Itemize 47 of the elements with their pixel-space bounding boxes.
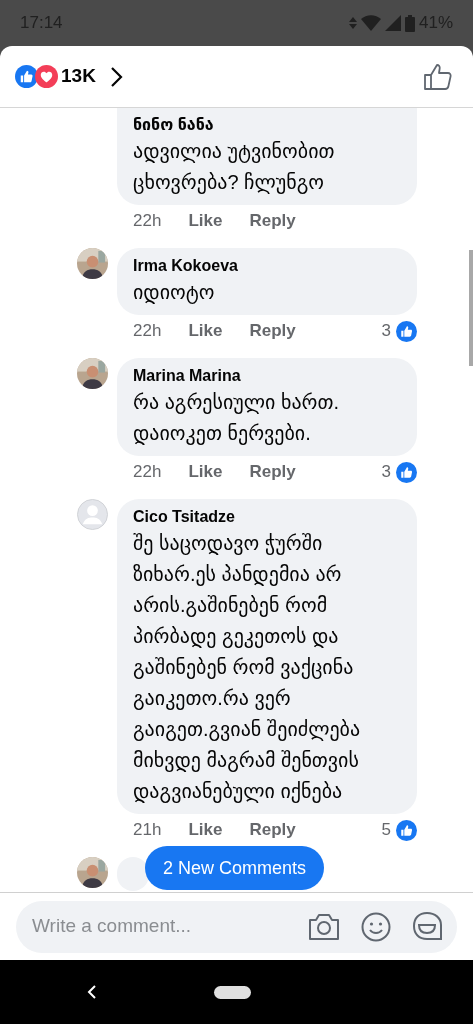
thumbs-up-icon[interactable] <box>424 63 452 90</box>
reply-link[interactable]: Reply <box>249 210 296 232</box>
like-icon <box>396 819 417 841</box>
camera-icon[interactable] <box>308 912 340 941</box>
comment-time: 21h <box>133 819 162 841</box>
sticker-icon[interactable] <box>412 911 443 942</box>
like-link[interactable]: Like <box>188 461 223 483</box>
reaction-count[interactable]: 5 <box>381 819 417 841</box>
data-arrows-icon <box>348 17 357 29</box>
reaction-count-text: 3 <box>381 461 391 483</box>
reply-link[interactable]: Reply <box>249 819 296 841</box>
comment-field[interactable]: Write a comment... <box>16 900 457 953</box>
wifi-icon <box>360 15 381 31</box>
like-link[interactable]: Like <box>188 320 223 342</box>
comment-text: რა აგრესიული ხართ. დაიოკეთ ნერვები. <box>133 390 341 447</box>
battery-icon <box>404 14 415 32</box>
reaction-count-text: 5 <box>381 819 391 841</box>
reply-link[interactable]: Reply <box>249 461 296 483</box>
author-name[interactable]: Irma Kokoeva <box>133 255 401 277</box>
author-name[interactable]: Marina Marina <box>133 365 401 387</box>
comment-time: 22h <box>133 210 162 232</box>
reaction-total: 13K <box>61 64 96 89</box>
back-icon[interactable] <box>87 984 97 1000</box>
comment-time: 22h <box>133 320 162 342</box>
comment-text: იდიოტო <box>133 280 216 306</box>
like-icon <box>396 461 417 483</box>
reaction-count[interactable]: 3 <box>381 320 417 342</box>
smiley-icon[interactable] <box>361 911 391 942</box>
comment-time: 22h <box>133 461 162 483</box>
comment-text: შე საცოდავო ჭურში ზიხარ.ეს პანდემია არ არის.გაშინებენ რომ პირბადე გეკეთოს და გაშინებენ რომ ვაქცინა გაიკეთო.რა ვერ გაიგეთ.გვიან შეიძლება მიხვდე მაგრამ შენთვის დაგვიანებული იქნება <box>133 531 362 805</box>
signal-icon <box>384 15 401 31</box>
author-name[interactable]: ნინო ნანა <box>133 114 401 136</box>
reaction-count[interactable]: 3 <box>381 461 417 483</box>
comment-input[interactable]: Write a comment... <box>32 912 300 941</box>
comment-bubble <box>117 857 149 891</box>
comment-text: ადვილია უტვინობით ცხოვრება? ჩლუნგო <box>133 139 336 196</box>
like-link[interactable]: Like <box>188 819 223 841</box>
reactions-summary[interactable]: 13K <box>15 62 123 91</box>
chevron-right-icon <box>108 65 123 88</box>
like-link[interactable]: Like <box>188 210 223 232</box>
author-name[interactable]: Cico Tsitadze <box>133 506 401 528</box>
like-icon <box>396 320 417 342</box>
reply-link[interactable]: Reply <box>249 320 296 342</box>
home-pill[interactable] <box>214 985 251 999</box>
reaction-count-text: 3 <box>381 320 391 342</box>
new-comments-button[interactable]: 2 New Comments <box>145 846 325 890</box>
like-icon <box>15 65 38 88</box>
